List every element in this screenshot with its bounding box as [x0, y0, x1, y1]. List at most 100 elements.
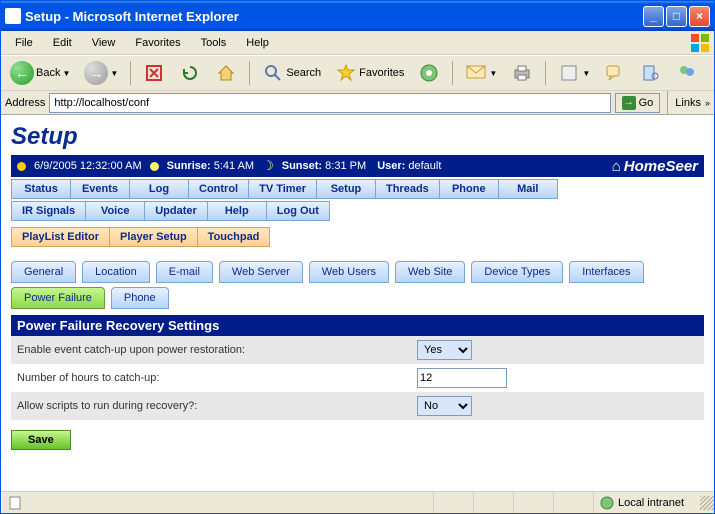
- dropdown-icon: ▼: [582, 69, 590, 78]
- panel-header: Power Failure Recovery Settings: [11, 315, 704, 336]
- tab-mail[interactable]: Mail: [498, 179, 558, 199]
- statusbar: Local intranet: [1, 491, 714, 513]
- menu-view[interactable]: View: [84, 35, 124, 51]
- tab-phone[interactable]: Phone: [439, 179, 499, 199]
- resize-grip[interactable]: [700, 496, 714, 510]
- address-bar: Address →Go Links »: [1, 91, 714, 115]
- menubar: File Edit View Favorites Tools Help: [1, 31, 714, 55]
- print-button[interactable]: [506, 59, 538, 87]
- enable-select[interactable]: Yes: [417, 340, 472, 360]
- close-button[interactable]: ×: [689, 6, 710, 27]
- address-input[interactable]: [49, 93, 610, 113]
- back-arrow-icon: ←: [10, 61, 34, 85]
- tab-threads[interactable]: Threads: [375, 179, 440, 199]
- tab-control[interactable]: Control: [188, 179, 249, 199]
- moon-icon: ☽: [262, 158, 274, 174]
- menu-edit[interactable]: Edit: [45, 35, 80, 51]
- ctab-devicetypes[interactable]: Device Types: [471, 261, 563, 283]
- favorites-button[interactable]: Favorites: [330, 59, 409, 87]
- edit-icon: [558, 62, 580, 84]
- config-tabs-row2: Power Failure Phone: [11, 287, 704, 309]
- ctab-website[interactable]: Web Site: [395, 261, 465, 283]
- home-icon: [215, 62, 237, 84]
- ctab-interfaces[interactable]: Interfaces: [569, 261, 643, 283]
- back-button[interactable]: ←Back ▼: [5, 59, 75, 87]
- orange-tabs: PlayList Editor Player Setup Touchpad: [11, 227, 704, 247]
- tab-voice[interactable]: Voice: [85, 201, 145, 221]
- research-button[interactable]: [635, 59, 667, 87]
- print-icon: [511, 62, 533, 84]
- window-title: Setup - Microsoft Internet Explorer: [25, 9, 643, 24]
- search-button[interactable]: Search: [257, 59, 326, 87]
- menu-help[interactable]: Help: [238, 35, 277, 51]
- ctab-phone[interactable]: Phone: [111, 287, 169, 309]
- go-button[interactable]: →Go: [615, 93, 661, 113]
- ctab-location[interactable]: Location: [82, 261, 150, 283]
- menu-file[interactable]: File: [7, 35, 41, 51]
- ie-icon: [5, 8, 21, 24]
- scripts-select[interactable]: No: [417, 396, 472, 416]
- media-icon: [418, 62, 440, 84]
- ctab-powerfailure[interactable]: Power Failure: [11, 287, 105, 309]
- media-button[interactable]: [413, 59, 445, 87]
- main-tabs-row1: Status Events Log Control TV Timer Setup…: [11, 179, 704, 199]
- menu-favorites[interactable]: Favorites: [127, 35, 188, 51]
- maximize-button[interactable]: □: [666, 6, 687, 27]
- hours-label: Number of hours to catch-up:: [17, 372, 417, 384]
- clock-icon: [17, 162, 26, 171]
- hours-input[interactable]: [417, 368, 507, 388]
- brand-logo: ⌂HomeSeer: [612, 158, 698, 175]
- main-tabs-row2: IR Signals Voice Updater Help Log Out: [11, 201, 704, 221]
- forward-arrow-icon: →: [84, 61, 108, 85]
- save-button[interactable]: Save: [11, 430, 71, 450]
- content-area: Setup 6/9/2005 12:32:00 AM Sunrise: 5:41…: [1, 115, 714, 491]
- chevron-right-icon[interactable]: »: [705, 98, 710, 108]
- status-main: [1, 492, 434, 513]
- scripts-label: Allow scripts to run during recovery?:: [17, 400, 417, 412]
- links-label[interactable]: Links: [675, 97, 701, 109]
- search-icon: [262, 62, 284, 84]
- dropdown-icon: ▼: [489, 69, 497, 78]
- edit-button[interactable]: ▼: [553, 59, 595, 87]
- ctab-general[interactable]: General: [11, 261, 76, 283]
- messenger-icon: [676, 62, 698, 84]
- tab-playlist-editor[interactable]: PlayList Editor: [11, 227, 110, 247]
- tab-player-setup[interactable]: Player Setup: [109, 227, 198, 247]
- config-tabs: General Location E-mail Web Server Web U…: [11, 261, 704, 283]
- tab-events[interactable]: Events: [70, 179, 130, 199]
- ctab-email[interactable]: E-mail: [156, 261, 213, 283]
- discuss-icon: [604, 62, 626, 84]
- tab-log[interactable]: Log: [129, 179, 189, 199]
- tab-irsignals[interactable]: IR Signals: [11, 201, 86, 221]
- refresh-button[interactable]: [174, 59, 206, 87]
- tab-touchpad[interactable]: Touchpad: [197, 227, 271, 247]
- tab-logout[interactable]: Log Out: [266, 201, 330, 221]
- ctab-webserver[interactable]: Web Server: [219, 261, 303, 283]
- discuss-button[interactable]: [599, 59, 631, 87]
- sun-icon: [150, 162, 159, 171]
- tab-tvtimer[interactable]: TV Timer: [248, 179, 317, 199]
- enable-label: Enable event catch-up upon power restora…: [17, 344, 417, 356]
- go-arrow-icon: →: [622, 96, 636, 110]
- status-bar-strip: 6/9/2005 12:32:00 AM Sunrise: 5:41 AM ☽ …: [11, 155, 704, 177]
- page-icon: [8, 496, 22, 510]
- house-icon: ⌂: [612, 158, 621, 175]
- menu-tools[interactable]: Tools: [193, 35, 235, 51]
- datetime: 6/9/2005 12:32:00 AM: [34, 160, 142, 172]
- tab-setup[interactable]: Setup: [316, 179, 376, 199]
- address-label: Address: [5, 97, 45, 109]
- messenger-button[interactable]: [671, 59, 703, 87]
- dropdown-icon: ▼: [62, 69, 70, 78]
- tab-help[interactable]: Help: [207, 201, 267, 221]
- mail-button[interactable]: ▼: [460, 59, 502, 87]
- tab-status[interactable]: Status: [11, 179, 71, 199]
- star-icon: [335, 62, 357, 84]
- windows-logo-icon: [690, 33, 710, 53]
- forward-button[interactable]: →▼: [79, 59, 123, 87]
- home-button[interactable]: [210, 59, 242, 87]
- stop-button[interactable]: [138, 59, 170, 87]
- security-zone: Local intranet: [594, 496, 700, 510]
- minimize-button[interactable]: _: [643, 6, 664, 27]
- tab-updater[interactable]: Updater: [144, 201, 208, 221]
- ctab-webusers[interactable]: Web Users: [309, 261, 389, 283]
